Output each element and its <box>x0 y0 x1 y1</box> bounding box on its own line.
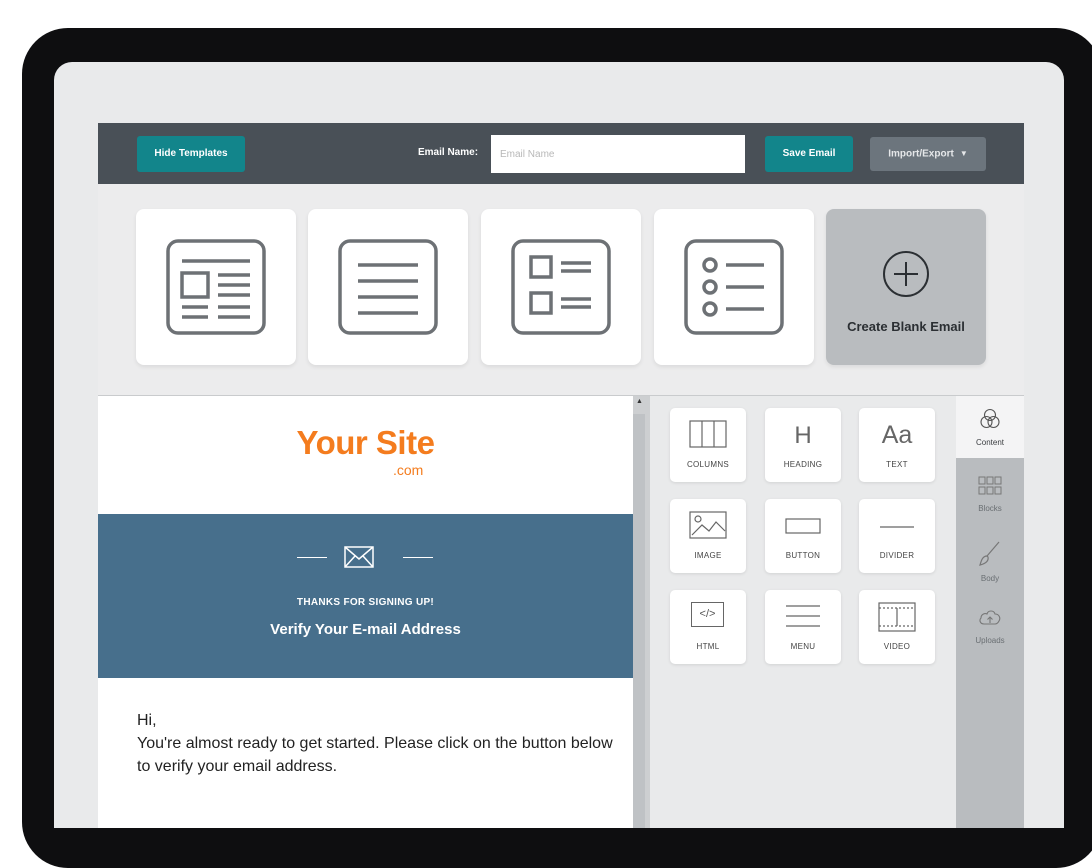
import-export-label: Import/Export <box>888 148 954 160</box>
editor-area: Your Site .com THANKS FOR SIGNING UP! Ve… <box>98 396 1024 828</box>
blocks-icon <box>978 476 1002 495</box>
text-icon: Aa <box>881 421 913 449</box>
email-name-label: Email Name: <box>418 147 479 158</box>
import-export-dropdown[interactable]: Import/Export ▼ <box>870 137 986 171</box>
email-body-text: Hi, You're almost ready to get started. … <box>137 709 617 778</box>
sidebar-tab-label: Uploads <box>975 636 1005 645</box>
toolbar: Hide Templates Email Name: Save Email Im… <box>98 123 1024 184</box>
text-template-icon <box>338 239 438 335</box>
email-name-input[interactable] <box>491 135 745 173</box>
hero-title: Verify Your E-mail Address <box>270 621 461 638</box>
button-icon <box>785 518 821 534</box>
template-card-checklist[interactable] <box>481 209 641 365</box>
template-card-newsletter[interactable] <box>136 209 296 365</box>
site-logo: Your Site .com <box>98 424 633 478</box>
block-label: DIVIDER <box>879 551 915 560</box>
content-icon <box>980 408 1000 429</box>
email-editor-app: Hide Templates Email Name: Save Email Im… <box>98 123 1024 828</box>
upload-cloud-icon <box>979 610 1001 625</box>
image-icon <box>689 511 727 539</box>
block-label: IMAGE <box>694 551 722 560</box>
block-label: COLUMNS <box>686 460 730 469</box>
template-card-text[interactable] <box>308 209 468 365</box>
columns-icon <box>689 420 727 448</box>
block-heading[interactable]: H HEADING <box>765 408 841 482</box>
block-label: BUTTON <box>785 551 821 560</box>
video-icon <box>878 602 916 632</box>
logo-sub-text: .com <box>393 462 424 478</box>
block-html[interactable]: </> HTML <box>670 590 746 664</box>
sidebar-tab-label: Blocks <box>978 504 1002 513</box>
sidebar-tab-uploads[interactable]: Uploads <box>956 602 1024 654</box>
sidebar-tab-body[interactable]: Body <box>956 536 1024 588</box>
block-columns[interactable]: COLUMNS <box>670 408 746 482</box>
logo-main-text: Your Site <box>296 424 435 461</box>
menu-icon <box>786 605 820 627</box>
canvas-scrollbar[interactable]: ▲ <box>633 396 650 828</box>
heading-icon: H <box>794 422 812 449</box>
hero-kicker: THANKS FOR SIGNING UP! <box>296 597 435 608</box>
hero-divider-left <box>297 557 327 558</box>
sidebar-tab-blocks[interactable]: Blocks <box>956 470 1024 522</box>
bullet-list-template-icon <box>684 239 784 335</box>
template-card-bullets[interactable] <box>654 209 814 365</box>
block-menu[interactable]: MENU <box>765 590 841 664</box>
content-blocks-panel: COLUMNS H HEADING Aa TEXT IMAGE BUTTON D… <box>650 396 956 828</box>
block-image[interactable]: IMAGE <box>670 499 746 573</box>
tablet-screen: Hide Templates Email Name: Save Email Im… <box>54 62 1064 828</box>
block-video[interactable]: VIDEO <box>859 590 935 664</box>
block-label: TEXT <box>886 460 908 469</box>
block-label: HEADING <box>783 460 823 469</box>
create-blank-email-card[interactable]: Create Blank Email <box>826 209 986 365</box>
hero-banner: THANKS FOR SIGNING UP! Verify Your E-mai… <box>98 514 633 678</box>
hero-divider-right <box>403 557 433 558</box>
envelope-icon <box>344 546 374 568</box>
sidebar-tab-content[interactable]: Content <box>956 396 1024 458</box>
hide-templates-button[interactable]: Hide Templates <box>137 136 245 172</box>
scrollbar-gutter[interactable] <box>633 414 645 828</box>
caret-down-icon: ▼ <box>959 149 968 158</box>
html-icon: </> <box>691 602 724 627</box>
create-blank-email-label: Create Blank Email <box>847 318 965 334</box>
newsletter-template-icon <box>166 239 266 335</box>
sidebar-tab-label: Body <box>980 574 1000 583</box>
checklist-template-icon <box>511 239 611 335</box>
block-text[interactable]: Aa TEXT <box>859 408 935 482</box>
brush-icon <box>979 541 1000 566</box>
block-label: HTML <box>696 642 720 651</box>
email-canvas[interactable]: Your Site .com THANKS FOR SIGNING UP! Ve… <box>98 396 633 828</box>
body-paragraph: You're almost ready to get started. Plea… <box>137 735 613 775</box>
editor-sidebar: Content Blocks Body Uploads <box>956 396 1024 828</box>
divider-icon <box>880 526 914 528</box>
block-label: MENU <box>790 642 816 651</box>
plus-circle-icon <box>883 250 929 297</box>
greeting-text: Hi, <box>137 712 157 729</box>
block-label: VIDEO <box>883 642 911 651</box>
block-divider[interactable]: DIVIDER <box>859 499 935 573</box>
sidebar-tab-label: Content <box>975 438 1005 447</box>
save-email-button[interactable]: Save Email <box>765 136 853 172</box>
templates-strip: Create Blank Email <box>98 184 1024 396</box>
block-button[interactable]: BUTTON <box>765 499 841 573</box>
scroll-up-arrow-icon[interactable]: ▲ <box>636 398 643 405</box>
